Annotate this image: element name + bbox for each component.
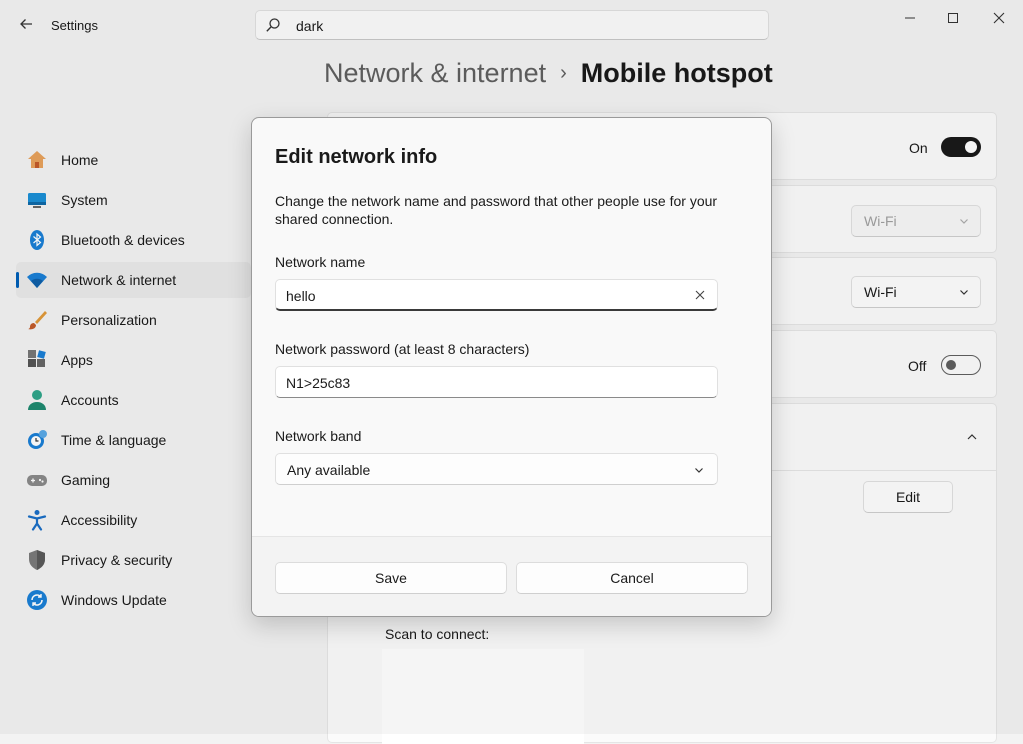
dialog-description: Change the network name and password tha… [275, 193, 718, 227]
edit-network-dialog: Edit network info Change the network nam… [251, 117, 772, 617]
network-name-field[interactable]: hello [275, 279, 718, 311]
dialog-title: Edit network info [275, 146, 438, 168]
network-name-label: Network name [275, 254, 366, 270]
clear-icon[interactable] [693, 288, 707, 302]
dialog-footer: Save Cancel [252, 536, 771, 616]
network-band-label: Network band [275, 428, 362, 444]
network-password-field[interactable]: N1>25c83 [275, 366, 718, 398]
chevron-down-icon [695, 468, 703, 473]
save-button[interactable]: Save [275, 562, 507, 594]
network-band-dropdown[interactable]: Any available [275, 453, 718, 485]
cancel-button[interactable]: Cancel [516, 562, 748, 594]
network-password-label: Network password (at least 8 characters) [275, 341, 530, 357]
